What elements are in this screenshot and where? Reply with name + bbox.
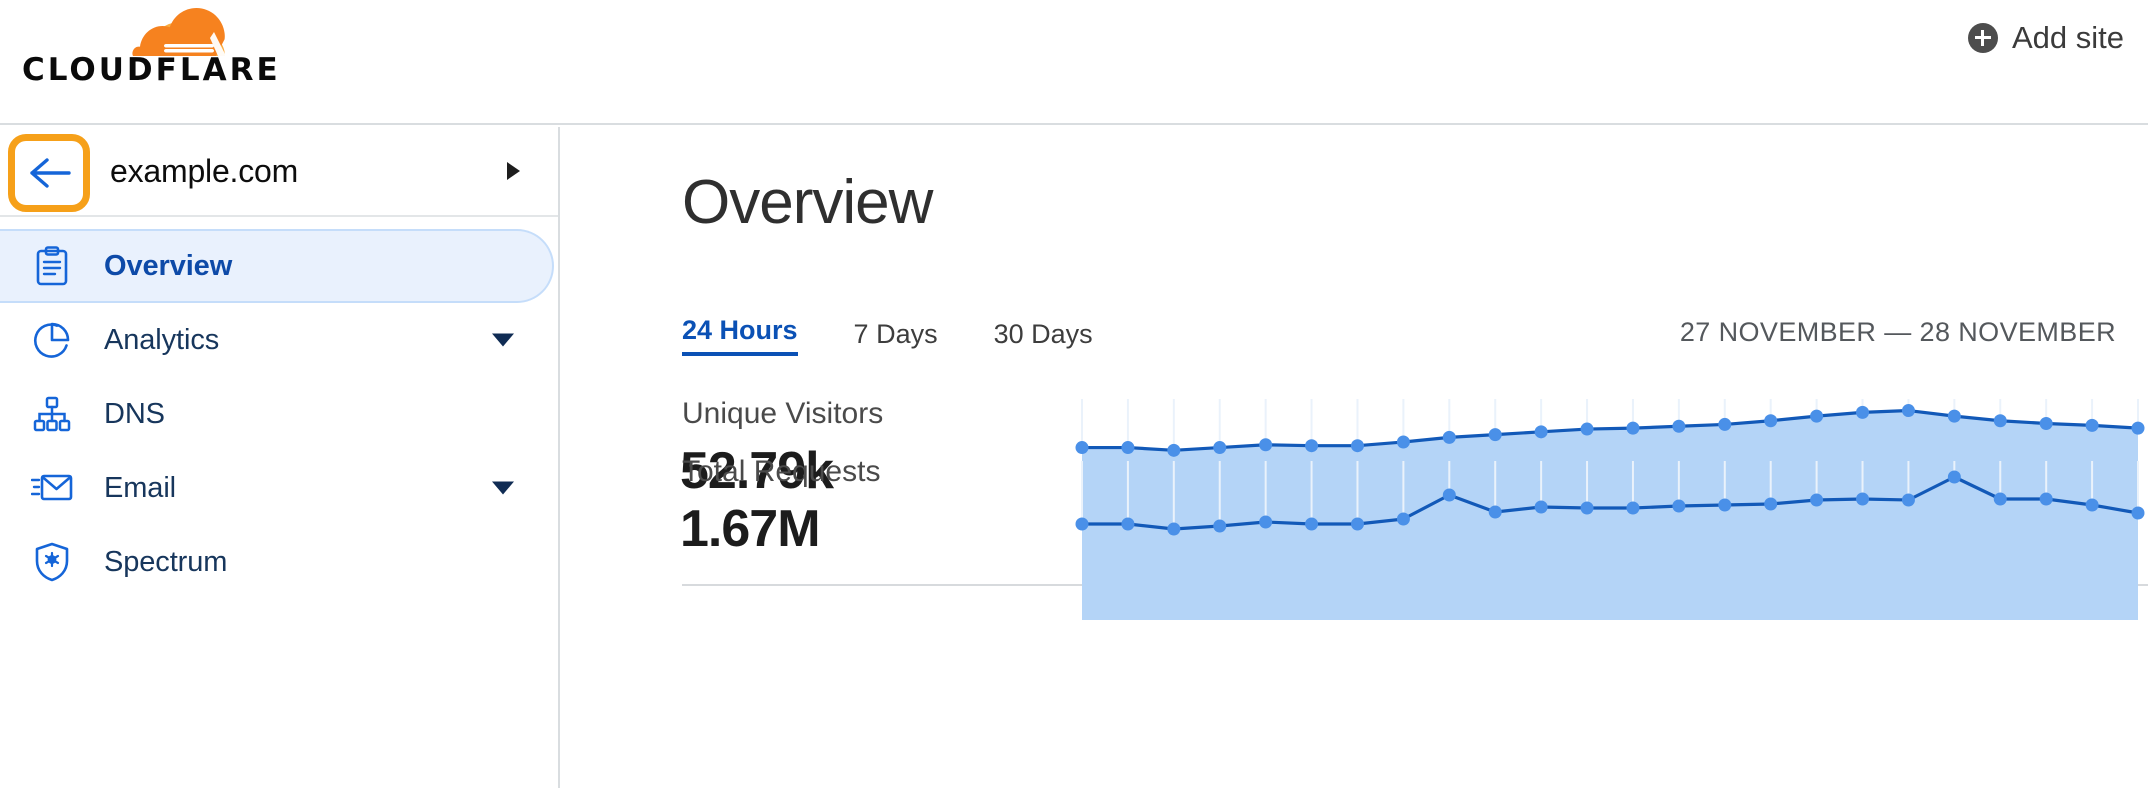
page-title: Overview [682, 168, 933, 237]
main-content: Overview 24 Hours 7 Days 30 Days 27 NOVE… [562, 127, 2148, 788]
cloudflare-cloud-icon [132, 8, 226, 56]
sidebar-item-dns[interactable]: DNS [0, 377, 558, 451]
date-range-label: 27 NOVEMBER — 28 NOVEMBER [1679, 317, 2116, 347]
tab-30-days[interactable]: 30 Days [994, 321, 1093, 356]
plus-circle-icon [1967, 22, 1998, 53]
shield-star-icon [30, 540, 74, 584]
sidebar-nav: Overview Analytics DNS Email Spectrum [0, 217, 558, 599]
sidebar-item-email[interactable]: Email [0, 451, 558, 525]
time-range-tabs: 24 Hours 7 Days 30 Days [682, 317, 1093, 356]
envelope-icon [30, 466, 74, 510]
sidebar-item-label: Email [104, 471, 177, 504]
sidebar-item-label: Overview [104, 249, 233, 282]
tab-7-days[interactable]: 7 Days [854, 321, 938, 356]
metric-value: 1.67M [680, 500, 821, 558]
sidebar: example.com Overview Analytics DNS Email… [0, 127, 560, 788]
hierarchy-icon [30, 392, 74, 436]
clipboard-icon [30, 244, 74, 288]
sidebar-item-spectrum[interactable]: Spectrum [0, 525, 558, 599]
cloudflare-dashboard: CLOUDFLARE Add site example.com Overview… [0, 0, 2148, 788]
cloudflare-logo[interactable]: CLOUDFLARE [22, 8, 278, 90]
metric-label: Total Requests [682, 455, 881, 488]
add-site-label: Add site [2011, 20, 2124, 55]
area-chart-svg [1075, 445, 2145, 620]
arrow-left-icon [30, 158, 71, 188]
caret-right-icon [507, 162, 520, 180]
top-bar: CLOUDFLARE Add site [0, 0, 2148, 125]
sidebar-item-overview[interactable]: Overview [0, 229, 554, 303]
add-site-button[interactable]: Add site [1967, 20, 2124, 55]
chevron-down-icon[interactable] [492, 333, 514, 347]
sidebar-item-label: DNS [104, 397, 165, 430]
metric-label: Unique Visitors [682, 397, 884, 430]
brand-wordmark: CLOUDFLARE [22, 52, 281, 88]
chevron-down-icon[interactable] [492, 481, 514, 495]
site-name-label: example.com [110, 152, 299, 189]
metric-total-requests: Total Requests 1.67M [562, 457, 2148, 643]
sidebar-item-label: Analytics [104, 323, 220, 356]
tab-24-hours[interactable]: 24 Hours [682, 317, 798, 356]
site-selector[interactable]: example.com [0, 127, 558, 217]
back-button[interactable] [8, 134, 90, 212]
sidebar-item-analytics[interactable]: Analytics [0, 303, 558, 377]
total-requests-sparkline[interactable] [1070, 445, 2148, 645]
pie-chart-icon [30, 318, 74, 362]
sidebar-item-label: Spectrum [104, 545, 228, 578]
